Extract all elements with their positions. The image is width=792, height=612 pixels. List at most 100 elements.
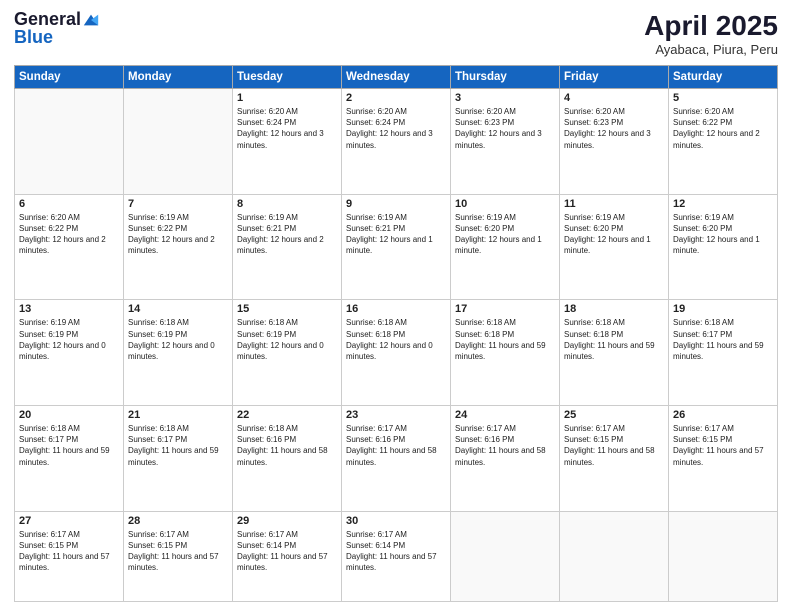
table-row: 29 Sunrise: 6:17 AM Sunset: 6:14 PM Dayli… xyxy=(233,511,342,601)
table-row: 30Sunrise: 6:17 AM Sunset: 6:14 PM Dayli… xyxy=(342,511,451,601)
table-row: 3Sunrise: 6:20 AM Sunset: 6:23 PM Daylig… xyxy=(451,89,560,195)
day-number: 29 xyxy=(237,515,337,527)
day-info: Sunrise: 6:18 AM Sunset: 6:18 PM Dayligh… xyxy=(564,317,664,362)
table-row: 19Sunrise: 6:18 AM Sunset: 6:17 PM Dayli… xyxy=(669,300,778,406)
logo: General Blue xyxy=(14,10,100,48)
day-info: Sunrise: 6:18 AM Sunset: 6:19 PM Dayligh… xyxy=(237,317,337,362)
col-sunday: Sunday xyxy=(15,66,124,89)
table-row xyxy=(15,89,124,195)
calendar-week-row: 27Sunrise: 6:17 AM Sunset: 6:15 PM Dayli… xyxy=(15,511,778,601)
table-row xyxy=(560,511,669,601)
day-number: 7 xyxy=(128,198,228,210)
day-info: Sunrise: 6:18 AM Sunset: 6:17 PM Dayligh… xyxy=(673,317,773,362)
table-row: 26Sunrise: 6:17 AM Sunset: 6:15 PM Dayli… xyxy=(669,406,778,512)
table-row: 28 Sunrise: 6:17 AM Sunset: 6:15 PM Dayli… xyxy=(124,511,233,601)
day-info: Sunrise: 6:19 AM Sunset: 6:20 PM Dayligh… xyxy=(564,212,664,257)
day-info: Sunrise: 6:19 AM Sunset: 6:21 PM Dayligh… xyxy=(346,212,446,257)
day-info: Sunrise: 6:18 AM Sunset: 6:18 PM Dayligh… xyxy=(346,317,446,362)
page: General Blue April 2025 Ayabaca, Piura, … xyxy=(0,0,792,612)
day-info: Sunrise: 6:17 AM Sunset: 6:14 PM Dayligh… xyxy=(237,529,337,574)
day-info: Sunrise: 6:20 AM Sunset: 6:24 PM Dayligh… xyxy=(346,106,446,151)
day-number: 23 xyxy=(346,409,446,421)
day-info: Sunrise: 6:19 AM Sunset: 6:19 PM Dayligh… xyxy=(19,317,119,362)
day-info: Sunrise: 6:20 AM Sunset: 6:24 PM Dayligh… xyxy=(237,106,337,151)
logo-icon xyxy=(82,11,100,29)
table-row: 5 Sunrise: 6:20 AM Sunset: 6:22 PM Daylig… xyxy=(669,89,778,195)
day-number: 11 xyxy=(564,198,664,210)
table-row: 22 Sunrise: 6:18 AM Sunset: 6:16 PM Dayli… xyxy=(233,406,342,512)
table-row: 1 Sunrise: 6:20 AM Sunset: 6:24 PM Daylig… xyxy=(233,89,342,195)
day-number: 14 xyxy=(128,303,228,315)
day-number: 1 xyxy=(237,92,337,104)
day-info: Sunrise: 6:19 AM Sunset: 6:20 PM Dayligh… xyxy=(673,212,773,257)
table-row: 14 Sunrise: 6:18 AM Sunset: 6:19 PM Dayli… xyxy=(124,300,233,406)
table-row: 4 Sunrise: 6:20 AM Sunset: 6:23 PM Daylig… xyxy=(560,89,669,195)
table-row xyxy=(451,511,560,601)
day-info: Sunrise: 6:18 AM Sunset: 6:19 PM Dayligh… xyxy=(128,317,228,362)
day-number: 25 xyxy=(564,409,664,421)
day-info: Sunrise: 6:17 AM Sunset: 6:16 PM Dayligh… xyxy=(455,423,555,468)
table-row: 15 Sunrise: 6:18 AM Sunset: 6:19 PM Dayli… xyxy=(233,300,342,406)
day-number: 2 xyxy=(346,92,446,104)
day-number: 24 xyxy=(455,409,555,421)
day-info: Sunrise: 6:20 AM Sunset: 6:23 PM Dayligh… xyxy=(455,106,555,151)
table-row xyxy=(669,511,778,601)
day-info: Sunrise: 6:18 AM Sunset: 6:16 PM Dayligh… xyxy=(237,423,337,468)
col-friday: Friday xyxy=(560,66,669,89)
day-info: Sunrise: 6:17 AM Sunset: 6:14 PM Dayligh… xyxy=(346,529,446,574)
table-row: 27Sunrise: 6:17 AM Sunset: 6:15 PM Dayli… xyxy=(15,511,124,601)
header: General Blue April 2025 Ayabaca, Piura, … xyxy=(14,10,778,57)
day-number: 21 xyxy=(128,409,228,421)
day-info: Sunrise: 6:19 AM Sunset: 6:21 PM Dayligh… xyxy=(237,212,337,257)
day-number: 10 xyxy=(455,198,555,210)
col-wednesday: Wednesday xyxy=(342,66,451,89)
day-number: 26 xyxy=(673,409,773,421)
day-info: Sunrise: 6:17 AM Sunset: 6:15 PM Dayligh… xyxy=(19,529,119,574)
day-info: Sunrise: 6:17 AM Sunset: 6:16 PM Dayligh… xyxy=(346,423,446,468)
table-row: 9Sunrise: 6:19 AM Sunset: 6:21 PM Daylig… xyxy=(342,194,451,300)
table-row: 20 Sunrise: 6:18 AM Sunset: 6:17 PM Dayli… xyxy=(15,406,124,512)
calendar-table: Sunday Monday Tuesday Wednesday Thursday… xyxy=(14,65,778,602)
table-row: 24 Sunrise: 6:17 AM Sunset: 6:16 PM Dayli… xyxy=(451,406,560,512)
month-title: April 2025 xyxy=(644,10,778,42)
day-number: 22 xyxy=(237,409,337,421)
day-number: 16 xyxy=(346,303,446,315)
day-info: Sunrise: 6:20 AM Sunset: 6:23 PM Dayligh… xyxy=(564,106,664,151)
col-tuesday: Tuesday xyxy=(233,66,342,89)
calendar-week-row: 13Sunrise: 6:19 AM Sunset: 6:19 PM Dayli… xyxy=(15,300,778,406)
day-info: Sunrise: 6:18 AM Sunset: 6:17 PM Dayligh… xyxy=(128,423,228,468)
table-row: 6Sunrise: 6:20 AM Sunset: 6:22 PM Daylig… xyxy=(15,194,124,300)
location-subtitle: Ayabaca, Piura, Peru xyxy=(644,42,778,57)
day-number: 17 xyxy=(455,303,555,315)
table-row: 11 Sunrise: 6:19 AM Sunset: 6:20 PM Dayli… xyxy=(560,194,669,300)
day-info: Sunrise: 6:18 AM Sunset: 6:17 PM Dayligh… xyxy=(19,423,119,468)
day-number: 15 xyxy=(237,303,337,315)
title-block: April 2025 Ayabaca, Piura, Peru xyxy=(644,10,778,57)
day-info: Sunrise: 6:20 AM Sunset: 6:22 PM Dayligh… xyxy=(673,106,773,151)
day-number: 28 xyxy=(128,515,228,527)
col-saturday: Saturday xyxy=(669,66,778,89)
table-row: 8 Sunrise: 6:19 AM Sunset: 6:21 PM Daylig… xyxy=(233,194,342,300)
calendar-week-row: 1 Sunrise: 6:20 AM Sunset: 6:24 PM Daylig… xyxy=(15,89,778,195)
table-row: 25Sunrise: 6:17 AM Sunset: 6:15 PM Dayli… xyxy=(560,406,669,512)
day-info: Sunrise: 6:17 AM Sunset: 6:15 PM Dayligh… xyxy=(128,529,228,574)
day-number: 20 xyxy=(19,409,119,421)
day-number: 5 xyxy=(673,92,773,104)
day-info: Sunrise: 6:18 AM Sunset: 6:18 PM Dayligh… xyxy=(455,317,555,362)
table-row: 13Sunrise: 6:19 AM Sunset: 6:19 PM Dayli… xyxy=(15,300,124,406)
day-info: Sunrise: 6:19 AM Sunset: 6:20 PM Dayligh… xyxy=(455,212,555,257)
table-row xyxy=(124,89,233,195)
col-monday: Monday xyxy=(124,66,233,89)
calendar-week-row: 6Sunrise: 6:20 AM Sunset: 6:22 PM Daylig… xyxy=(15,194,778,300)
table-row: 17 Sunrise: 6:18 AM Sunset: 6:18 PM Dayli… xyxy=(451,300,560,406)
day-number: 12 xyxy=(673,198,773,210)
day-number: 4 xyxy=(564,92,664,104)
table-row: 2 Sunrise: 6:20 AM Sunset: 6:24 PM Daylig… xyxy=(342,89,451,195)
logo-blue: Blue xyxy=(14,28,100,48)
calendar-week-row: 20 Sunrise: 6:18 AM Sunset: 6:17 PM Dayli… xyxy=(15,406,778,512)
day-number: 8 xyxy=(237,198,337,210)
day-number: 18 xyxy=(564,303,664,315)
table-row: 16 Sunrise: 6:18 AM Sunset: 6:18 PM Dayli… xyxy=(342,300,451,406)
table-row: 12 Sunrise: 6:19 AM Sunset: 6:20 PM Dayli… xyxy=(669,194,778,300)
day-info: Sunrise: 6:20 AM Sunset: 6:22 PM Dayligh… xyxy=(19,212,119,257)
